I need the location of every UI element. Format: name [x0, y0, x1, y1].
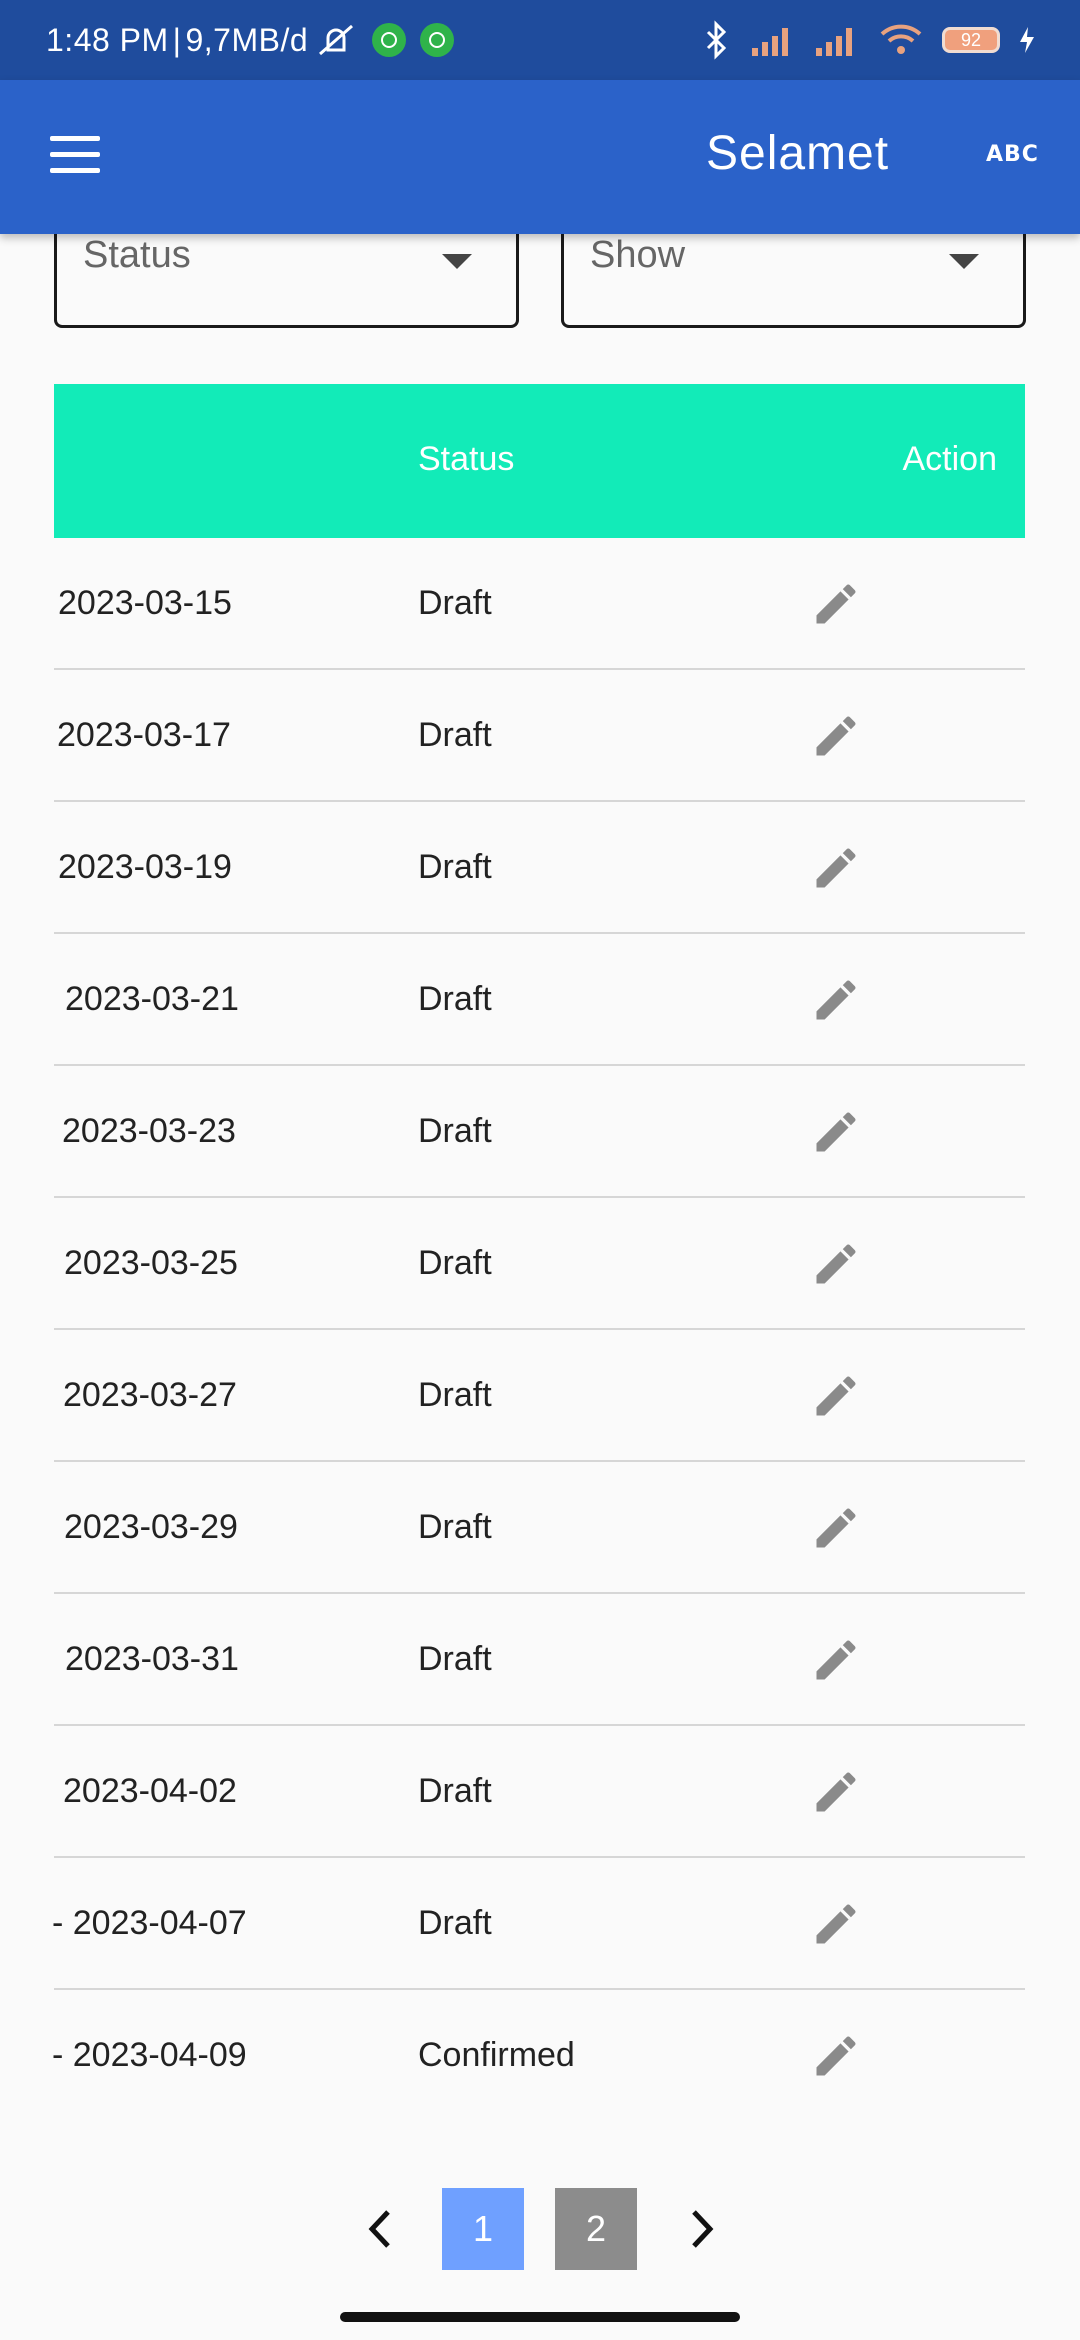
dropdown-arrow-icon	[949, 254, 979, 269]
row-status: Draft	[418, 1508, 492, 1546]
column-header-action: Action	[902, 440, 998, 478]
row-date: 2023-03-17	[57, 716, 231, 754]
charging-icon	[1020, 27, 1034, 53]
row-status: Draft	[418, 584, 492, 622]
pagination: 1 2	[0, 2188, 1080, 2270]
row-date: 2023-03-25	[64, 1244, 238, 1282]
status-right: 92	[702, 0, 1036, 80]
status-time: 1:48 PM	[46, 21, 169, 58]
edit-icon[interactable]	[810, 1634, 862, 1686]
table-row: 2023-03-29 Draft	[54, 1462, 1025, 1594]
row-status: Draft	[418, 1772, 492, 1810]
status-bar: 1:48 PM | 9,7MB/d 92	[0, 0, 1080, 80]
data-usage: 9,7MB/d	[185, 21, 309, 58]
bluetooth-icon	[706, 20, 727, 60]
whatsapp-icon	[420, 23, 455, 57]
menu-icon[interactable]	[50, 136, 102, 176]
edit-icon[interactable]	[810, 2030, 862, 2082]
status-left: 1:48 PM | 9,7MB/d	[46, 0, 455, 80]
edit-icon[interactable]	[810, 1502, 862, 1554]
edit-icon[interactable]	[810, 1106, 862, 1158]
whatsapp-icon	[372, 23, 407, 57]
table-row: - 2023-04-09 Confirmed	[52, 1990, 1025, 2122]
table-row: 2023-03-31 Draft	[54, 1594, 1025, 1726]
edit-icon[interactable]	[810, 974, 862, 1026]
signal-icon	[752, 28, 788, 56]
row-status: Draft	[418, 1904, 492, 1942]
table-row: 2023-03-25 Draft	[54, 1198, 1025, 1330]
row-date: 2023-03-23	[62, 1112, 236, 1150]
table-row: 2023-03-19 Draft	[54, 802, 1025, 934]
row-status: Draft	[418, 848, 492, 886]
wifi-icon	[880, 24, 922, 54]
edit-icon[interactable]	[810, 1238, 862, 1290]
table-row: 2023-03-23 Draft	[54, 1066, 1025, 1198]
row-status: Draft	[418, 1244, 492, 1282]
row-date: 2023-03-21	[65, 980, 239, 1018]
abc-button[interactable]: ABC	[986, 142, 1039, 167]
dropdown-arrow-icon	[442, 254, 472, 269]
page-title: Selamet	[706, 127, 890, 180]
page-button-2[interactable]: 2	[555, 2188, 637, 2270]
edit-icon[interactable]	[810, 1766, 862, 1818]
edit-icon[interactable]	[810, 578, 862, 630]
row-date: 2023-03-19	[58, 848, 232, 886]
row-date: 2023-03-15	[58, 584, 232, 622]
status-filter-label: Status	[83, 234, 191, 276]
show-filter-label: Show	[590, 234, 686, 276]
table-body: 2023-03-15 Draft 2023-03-17 Draft 2023-0…	[52, 538, 1025, 2122]
battery-icon: 92	[942, 27, 1000, 53]
app-bar: Selamet ABC	[0, 80, 1080, 234]
table-row: 2023-03-27 Draft	[54, 1330, 1025, 1462]
table-row: 2023-03-15 Draft	[54, 538, 1025, 670]
column-header-status: Status	[418, 440, 515, 478]
muted-bell-icon	[319, 24, 354, 56]
row-date: 2023-03-29	[64, 1508, 238, 1546]
row-date: - 2023-04-07	[52, 1904, 247, 1942]
table-row: - 2023-04-07 Draft	[52, 1858, 1025, 1990]
page-button-1[interactable]: 1	[442, 2188, 524, 2270]
row-date: - 2023-04-09	[52, 2036, 247, 2074]
signal-icon	[816, 28, 852, 56]
row-status: Confirmed	[418, 2036, 575, 2074]
row-status: Draft	[418, 980, 492, 1018]
row-status: Draft	[418, 1640, 492, 1678]
edit-icon[interactable]	[810, 1898, 862, 1950]
edit-icon[interactable]	[810, 710, 862, 762]
table-row: 2023-03-21 Draft	[54, 934, 1025, 1066]
table-header: Status Action	[54, 384, 1025, 538]
next-page-icon[interactable]	[682, 2202, 722, 2256]
row-date: 2023-04-02	[63, 1772, 237, 1810]
row-status: Draft	[418, 716, 492, 754]
edit-icon[interactable]	[810, 842, 862, 894]
row-status: Draft	[418, 1376, 492, 1414]
edit-icon[interactable]	[810, 1370, 862, 1422]
previous-page-icon[interactable]	[360, 2202, 400, 2256]
table-row: 2023-04-02 Draft	[54, 1726, 1025, 1858]
row-status: Draft	[418, 1112, 492, 1150]
home-indicator[interactable]	[340, 2312, 740, 2322]
row-date: 2023-03-31	[65, 1640, 239, 1678]
row-date: 2023-03-27	[63, 1376, 237, 1414]
status-separator: |	[172, 21, 182, 58]
table-row: 2023-03-17 Draft	[54, 670, 1025, 802]
